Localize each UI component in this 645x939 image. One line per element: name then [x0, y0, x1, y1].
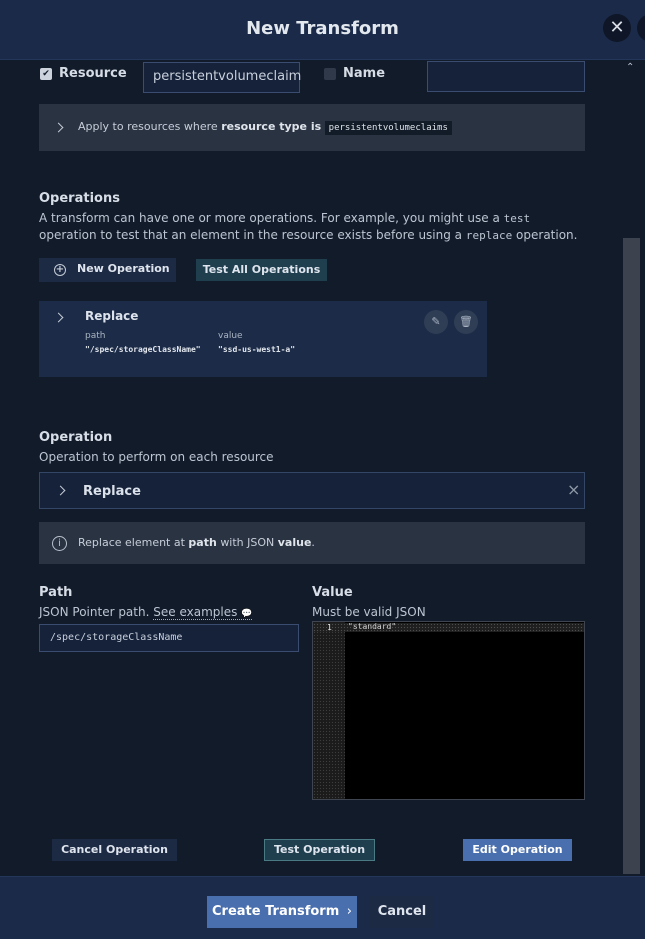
path-hint-text: JSON Pointer path.	[39, 605, 150, 619]
dialog-title: New Transform	[246, 18, 399, 39]
scrollbar-thumb[interactable]	[623, 238, 640, 874]
operation-name: Replace	[85, 309, 139, 323]
info-icon: i	[52, 536, 67, 551]
create-transform-label: Create Transform	[212, 904, 340, 919]
path-hint: JSON Pointer path. See examples 💬	[39, 604, 253, 623]
operation-path-value: "/spec/storageClassName"	[85, 345, 201, 354]
chevron-right-icon[interactable]	[53, 312, 64, 323]
operations-desc-text: operation.	[516, 228, 578, 242]
new-operation-label: New Operation	[77, 262, 170, 275]
chevron-right-icon[interactable]	[55, 485, 66, 496]
test-operation-button[interactable]: Test Operation	[264, 839, 375, 861]
edit-operation-button[interactable]: Edit Operation	[463, 839, 572, 861]
resource-input[interactable]: persistentvolumeclaim	[143, 62, 301, 93]
value-title: Value	[312, 585, 353, 600]
editor-code-line[interactable]: "standard"	[348, 622, 396, 631]
plus-icon: +	[54, 264, 66, 276]
path-input[interactable]: /spec/storageClassName	[39, 624, 299, 652]
info-text: with JSON	[220, 536, 275, 549]
operation-info-panel: i Replace element at path with JSON valu…	[39, 522, 585, 564]
rule-value: persistentvolumeclaims	[324, 121, 452, 135]
cancel-button[interactable]: Cancel	[370, 896, 434, 928]
operation-select[interactable]: Replace ×	[39, 472, 585, 509]
path-title: Path	[39, 585, 73, 600]
dialog-header: New Transform	[0, 0, 645, 60]
operations-title: Operations	[39, 191, 120, 206]
rule-key: resource type is	[221, 120, 322, 133]
edit-icon[interactable]: ✎	[424, 310, 448, 334]
operations-desc-code-replace: replace	[465, 229, 513, 242]
resource-checkbox[interactable]: ✔	[40, 68, 52, 80]
rule-summary-text: Apply to resources where resource type i…	[78, 120, 452, 135]
info-path: path	[188, 536, 217, 549]
resource-label: Resource	[59, 66, 127, 81]
operations-desc-code-test: test	[503, 212, 531, 225]
name-input[interactable]	[427, 61, 585, 92]
info-text: Replace element at	[78, 536, 185, 549]
operations-desc-text: operation to test that an element in the…	[39, 228, 463, 242]
operation-path-label: path	[85, 331, 106, 341]
create-transform-button[interactable]: Create Transform ›	[207, 896, 357, 928]
chevron-right-icon[interactable]	[53, 122, 64, 133]
see-examples-link[interactable]: See examples 💬	[153, 605, 253, 620]
scroll-up-icon[interactable]: ⌃	[626, 62, 634, 73]
operation-subtitle: Operation to perform on each resource	[39, 450, 274, 464]
operation-value-value: "ssd-us-west1-a"	[218, 345, 296, 354]
editor-line-number: 1	[327, 623, 332, 632]
json-value-editor[interactable]: 1 "standard"	[312, 621, 585, 800]
new-operation-button[interactable]: + New Operation	[39, 258, 176, 282]
see-examples-label: See examples	[153, 605, 238, 619]
operations-description: A transform can have one or more operati…	[39, 210, 584, 244]
value-hint: Must be valid JSON	[312, 605, 426, 619]
info-value: value	[277, 536, 312, 549]
operation-info-text: Replace element at path with JSON value.	[78, 536, 315, 549]
rule-prefix: Apply to resources where	[78, 120, 218, 133]
operations-desc-text: A transform can have one or more operati…	[39, 211, 500, 225]
clear-icon[interactable]: ×	[567, 480, 580, 499]
operation-value-label: value	[218, 331, 243, 341]
chevron-right-icon: ›	[346, 904, 352, 919]
operation-select-value: Replace	[83, 484, 141, 499]
trash-icon[interactable]: 🗑	[454, 310, 478, 334]
editor-gutter	[313, 622, 345, 799]
info-text: .	[311, 536, 315, 549]
test-all-operations-button[interactable]: Test All Operations	[196, 259, 327, 281]
cancel-operation-button[interactable]: Cancel Operation	[52, 839, 177, 861]
name-checkbox[interactable]	[324, 68, 336, 80]
dialog-footer: Create Transform › Cancel	[0, 876, 645, 939]
rule-summary-panel[interactable]: Apply to resources where resource type i…	[39, 104, 585, 151]
comment-icon: 💬	[241, 609, 253, 619]
name-label: Name	[343, 66, 386, 81]
operation-title: Operation	[39, 430, 113, 445]
operation-card[interactable]: Replace path "/spec/storageClassName" va…	[39, 301, 487, 377]
close-icon[interactable]: ✕	[603, 14, 631, 42]
